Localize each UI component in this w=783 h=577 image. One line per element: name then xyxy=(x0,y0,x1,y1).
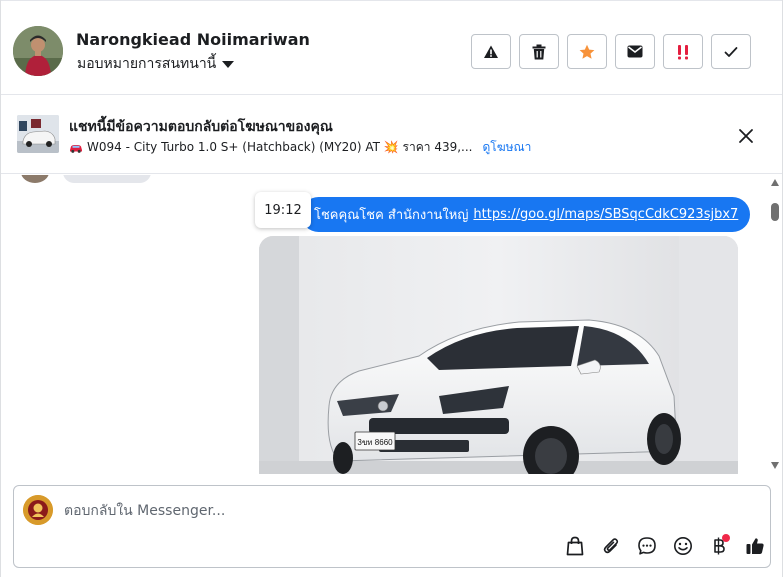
maps-link[interactable]: https://goo.gl/maps/SBSqcCdkC923sjbx7 xyxy=(473,207,738,222)
smiley-icon xyxy=(674,537,692,555)
saved-replies-button[interactable] xyxy=(629,534,665,558)
previous-message-bubble xyxy=(63,175,151,183)
conversation-actions xyxy=(471,34,751,69)
assign-conversation-dropdown[interactable]: มอบหมายการสนทนานี้ xyxy=(77,53,235,75)
ad-context-banner: แชทนี้มีข้อความตอบกลับต่อโฆษณาของคุณ W09… xyxy=(1,96,782,174)
scroll-down-arrow-icon[interactable] xyxy=(771,462,779,469)
scroll-up-arrow-icon[interactable] xyxy=(771,179,779,186)
view-ad-link[interactable]: ดูโฆษณา xyxy=(482,138,531,157)
check-icon xyxy=(724,46,738,57)
payment-button[interactable] xyxy=(701,534,737,558)
license-plate: 3ขท 8660 xyxy=(357,438,393,447)
reply-composer xyxy=(13,485,771,568)
emoji-button[interactable] xyxy=(665,534,701,558)
attach-button[interactable] xyxy=(593,534,629,558)
page-avatar xyxy=(23,495,53,525)
ad-banner-subtitle: W094 - City Turbo 1.0 S+ (Hatchback) (MY… xyxy=(69,138,531,157)
thumbs-up-icon xyxy=(746,538,764,554)
reply-input[interactable] xyxy=(64,500,744,522)
car-icon xyxy=(70,144,82,153)
warning-icon xyxy=(484,45,498,58)
composer-toolbar xyxy=(557,534,773,558)
ad-banner-title: แชทนี้มีข้อความตอบกลับต่อโฆษณาของคุณ xyxy=(69,119,333,135)
chat-bubble-icon xyxy=(638,537,656,555)
trash-icon xyxy=(532,44,546,59)
shop-button[interactable] xyxy=(557,534,593,558)
ad-description: W094 - City Turbo 1.0 S+ (Hatchback) (MY… xyxy=(87,140,473,154)
contact-avatar[interactable] xyxy=(13,26,63,76)
star-icon xyxy=(579,44,595,59)
sender-avatar xyxy=(21,175,49,183)
outgoing-message-bubble[interactable]: โชคคุณโชค สำนักงานใหญ่ https://goo.gl/ma… xyxy=(301,197,751,232)
report-button[interactable] xyxy=(471,34,511,69)
delete-button[interactable] xyxy=(519,34,559,69)
shopping-bag-icon xyxy=(566,536,584,556)
envelope-icon xyxy=(627,45,643,58)
mark-unread-button[interactable] xyxy=(615,34,655,69)
ad-thumbnail[interactable] xyxy=(17,115,59,153)
notification-dot xyxy=(722,534,730,542)
contact-name: Narongkiead Noiimariwan xyxy=(76,30,310,49)
message-time-tooltip: 19:12 xyxy=(255,192,311,228)
message-text: โชคคุณโชค สำนักงานใหญ่ xyxy=(314,208,469,223)
scroll-thumb[interactable] xyxy=(771,203,779,221)
message-thread: โชคคุณโชค สำนักงานใหญ่ https://goo.gl/ma… xyxy=(1,175,767,474)
paperclip-icon xyxy=(603,538,619,554)
done-button[interactable] xyxy=(711,34,751,69)
assign-label: มอบหมายการสนทนานี้ xyxy=(77,56,217,72)
double-exclamation-icon xyxy=(678,44,688,59)
star-button[interactable] xyxy=(567,34,607,69)
close-banner-button[interactable] xyxy=(737,127,755,150)
car-photo-attachment[interactable]: 3ขท 8660 xyxy=(259,236,738,474)
caret-down-icon xyxy=(222,61,235,68)
like-button[interactable] xyxy=(737,534,773,558)
spam-button[interactable] xyxy=(663,34,703,69)
conversation-header: Narongkiead Noiimariwan มอบหมายการสนทนาน… xyxy=(1,0,782,95)
thread-scrollbar[interactable] xyxy=(767,175,782,474)
conversation-panel: Narongkiead Noiimariwan มอบหมายการสนทนาน… xyxy=(0,0,783,577)
close-icon xyxy=(739,129,753,143)
